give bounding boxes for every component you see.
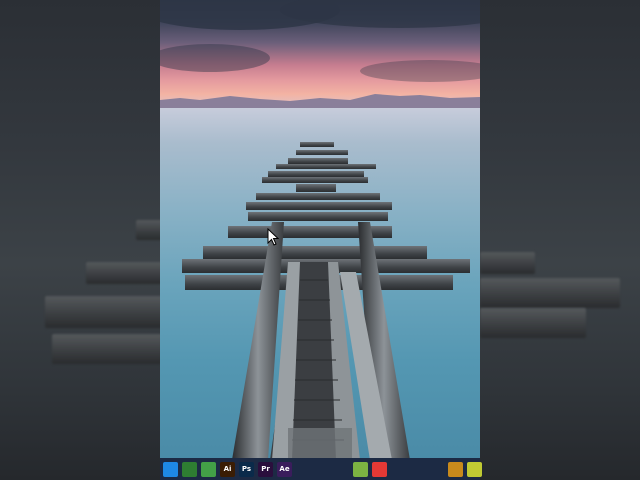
- red-app-icon[interactable]: [372, 461, 387, 477]
- resolve-app-icon[interactable]: [315, 461, 330, 477]
- brave-browser-icon[interactable]: [391, 461, 406, 477]
- premiere-icon[interactable]: Pr: [258, 461, 273, 477]
- grid-app-icon[interactable]: [182, 461, 197, 477]
- files-app-icon[interactable]: [163, 461, 178, 477]
- partial-app-icon[interactable]: [467, 461, 482, 477]
- blurred-background-right: [480, 0, 640, 480]
- sketch-app-icon[interactable]: [296, 461, 311, 477]
- blurred-background-left: [0, 0, 160, 480]
- obs-app-icon[interactable]: [334, 461, 349, 477]
- illustrator-icon[interactable]: Ai: [220, 461, 235, 477]
- desktop-wallpaper: [160, 0, 480, 480]
- mouse-cursor: [267, 228, 279, 246]
- wooden-pier: [182, 142, 470, 460]
- after-effects-icon[interactable]: Ae: [277, 461, 292, 477]
- phone-app-icon[interactable]: [201, 461, 216, 477]
- yellow-app-icon[interactable]: [429, 461, 444, 477]
- chrome-browser-icon[interactable]: [410, 461, 425, 477]
- photoshop-icon[interactable]: Ps: [239, 461, 254, 477]
- green-app-icon[interactable]: [353, 461, 368, 477]
- taskbar: Ai Ps Pr Ae: [160, 458, 482, 480]
- orange-app-icon[interactable]: [448, 461, 463, 477]
